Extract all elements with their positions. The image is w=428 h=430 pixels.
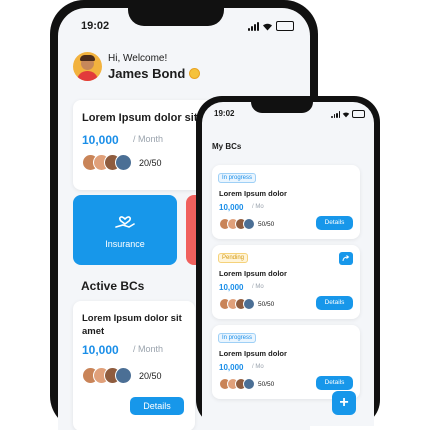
active-period: / Month	[133, 344, 164, 354]
card-members: 50/50	[258, 301, 275, 308]
member-avatar	[115, 367, 132, 384]
member-avatars	[82, 367, 132, 384]
card-members: 50/50	[258, 381, 275, 388]
front-phone: 19:02 My BCs In progress Lorem Ipsum dol…	[196, 96, 380, 426]
member-avatars	[219, 378, 255, 390]
bc-card[interactable]: Pending Lorem Ipsum dolor 10,000 / Mo 50…	[212, 245, 360, 319]
status-badge: In progress	[218, 333, 257, 343]
insurance-icon	[115, 216, 135, 228]
wifi-icon	[342, 111, 350, 117]
featured-amount: 10,000	[82, 133, 119, 147]
user-name: James Bond	[108, 66, 186, 81]
signal-icon	[248, 21, 259, 31]
featured-title: Lorem Ipsum dolor sit	[82, 112, 198, 124]
card-title: Lorem Ipsum dolor	[219, 349, 287, 358]
medal-icon	[189, 68, 201, 79]
insurance-tile[interactable]: Insurance	[73, 195, 177, 265]
member-avatar	[243, 378, 255, 390]
active-members: 20/50	[139, 371, 162, 381]
member-avatar	[243, 298, 255, 310]
status-badge: Pending	[218, 253, 249, 263]
share-icon[interactable]	[339, 252, 353, 265]
phone-notch	[251, 96, 313, 113]
add-bc-fab[interactable]: +	[332, 391, 356, 415]
greeting-text: Hi, Welcome!	[108, 53, 168, 64]
details-button[interactable]: Details	[316, 216, 353, 230]
member-avatar	[115, 154, 132, 171]
avatar[interactable]	[73, 52, 102, 81]
status-badge: In progress	[218, 173, 257, 183]
status-icons	[331, 110, 365, 118]
member-avatar	[243, 218, 255, 230]
card-members: 50/50	[258, 221, 275, 228]
status-time: 19:02	[81, 20, 110, 32]
details-button[interactable]: Details	[316, 376, 353, 390]
card-amount: 10,000	[219, 203, 244, 212]
card-period: / Mo	[252, 204, 264, 210]
member-avatars	[219, 298, 255, 310]
active-title: Lorem Ipsum dolor sit amet	[82, 313, 182, 337]
card-period: / Mo	[252, 364, 264, 370]
featured-period: / Month	[133, 134, 164, 144]
member-avatars	[219, 218, 255, 230]
bc-card[interactable]: In progress Lorem Ipsum dolor 10,000 / M…	[212, 325, 360, 399]
user-name-row: James Bond	[108, 66, 201, 81]
phone-notch	[128, 0, 224, 26]
battery-icon	[276, 21, 294, 31]
status-icons	[248, 21, 294, 31]
front-screen: 19:02 My BCs In progress Lorem Ipsum dol…	[202, 102, 374, 426]
plus-icon: +	[339, 394, 349, 411]
wifi-icon	[263, 23, 272, 30]
battery-icon	[352, 110, 365, 118]
page-title: My BCs	[212, 142, 242, 151]
member-avatars	[82, 154, 132, 171]
card-period: / Mo	[252, 284, 264, 290]
card-amount: 10,000	[219, 363, 244, 372]
signal-icon	[331, 110, 340, 118]
card-title: Lorem Ipsum dolor	[219, 189, 287, 198]
insurance-label: Insurance	[105, 239, 145, 249]
card-title: Lorem Ipsum dolor	[219, 269, 287, 278]
featured-members: 20/50	[139, 158, 162, 168]
card-amount: 10,000	[219, 283, 244, 292]
status-time: 19:02	[214, 109, 235, 118]
active-amount: 10,000	[82, 343, 119, 357]
details-button[interactable]: Details	[130, 397, 184, 415]
details-button[interactable]: Details	[316, 296, 353, 310]
bc-card[interactable]: In progress Lorem Ipsum dolor 10,000 / M…	[212, 165, 360, 239]
section-title-active-bcs: Active BCs	[81, 279, 145, 293]
